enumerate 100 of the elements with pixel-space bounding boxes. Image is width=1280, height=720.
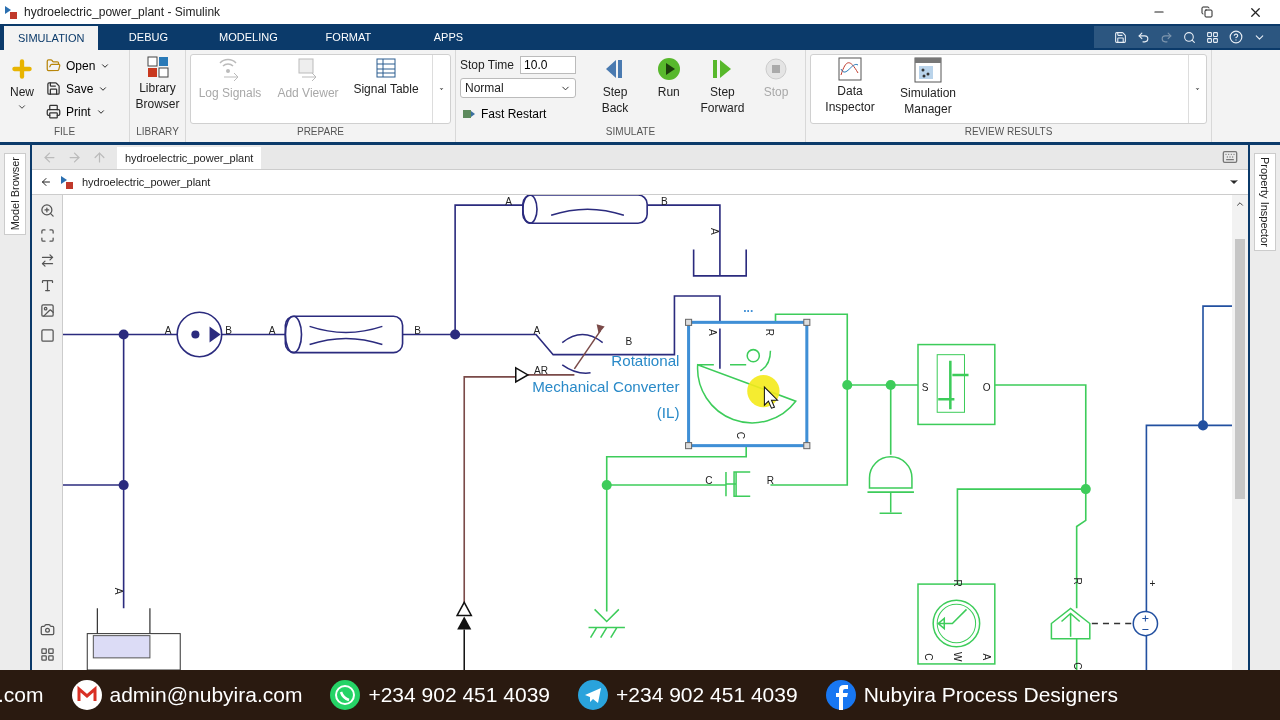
field-label: Stop Time bbox=[460, 58, 515, 72]
junction-dot bbox=[885, 379, 896, 391]
camera-icon[interactable] bbox=[39, 622, 55, 637]
file-menu-button[interactable]: Save bbox=[44, 77, 113, 100]
junction-dot bbox=[842, 379, 853, 391]
junction-dot bbox=[601, 480, 612, 491]
input-port-icon bbox=[515, 366, 530, 384]
new-button[interactable]: New bbox=[4, 54, 40, 126]
help-icon[interactable] bbox=[1229, 30, 1243, 44]
image-icon[interactable] bbox=[39, 303, 55, 318]
banner-text: +234 902 451 4039 bbox=[368, 683, 551, 707]
restore-icon bbox=[1201, 6, 1213, 18]
shortcut-icon[interactable] bbox=[1206, 30, 1219, 44]
side-tab[interactable]: Model Browser bbox=[4, 153, 26, 235]
port-label: R bbox=[766, 474, 775, 486]
stop-time-field[interactable]: 10.0 bbox=[520, 56, 577, 74]
banner-text: admin@nubyira.com bbox=[109, 683, 303, 707]
port-label: W bbox=[951, 652, 963, 662]
breadcrumb: hydroelectric_power_plant bbox=[82, 176, 212, 188]
manager-icon bbox=[914, 57, 942, 83]
scroll-up-icon bbox=[1235, 199, 1245, 209]
port-label: R bbox=[1072, 577, 1083, 585]
ribbon-button[interactable]: Signal Table bbox=[347, 55, 425, 123]
fit-icon[interactable] bbox=[39, 228, 55, 243]
port-label: S bbox=[921, 381, 929, 393]
connection-line bbox=[527, 374, 576, 376]
group-label: LIBRARY bbox=[135, 126, 180, 139]
port-label: R bbox=[951, 579, 963, 587]
port-label: B bbox=[225, 325, 233, 337]
ribbon-button[interactable]: Run bbox=[643, 54, 694, 126]
fast-restart-icon bbox=[462, 107, 476, 120]
port-label: + bbox=[1149, 577, 1156, 589]
mode-dropdown[interactable]: Normal bbox=[460, 78, 576, 98]
app-icon bbox=[4, 5, 18, 19]
side-tab[interactable]: Property Inspector bbox=[1254, 153, 1276, 251]
ribbon-tab[interactable]: DEBUG bbox=[98, 24, 199, 50]
file-menu-button[interactable]: Open bbox=[44, 54, 113, 77]
keyboard-icon[interactable] bbox=[1222, 149, 1238, 165]
dropdown-value: Normal bbox=[465, 81, 504, 95]
save-icon bbox=[46, 81, 61, 96]
signal-line bbox=[1091, 622, 1133, 625]
port-label: O bbox=[982, 381, 991, 393]
hide-icon[interactable] bbox=[40, 176, 52, 188]
phone-icon bbox=[330, 680, 361, 710]
damper-drawing bbox=[725, 471, 751, 497]
port-label: C bbox=[735, 431, 747, 440]
model-icon bbox=[60, 175, 74, 189]
mail-icon bbox=[71, 680, 102, 710]
printer-icon bbox=[46, 104, 61, 119]
port-label: A bbox=[707, 329, 719, 336]
port-label: R bbox=[763, 328, 775, 337]
arrows-icon[interactable] bbox=[39, 253, 55, 268]
banner-text: .com bbox=[0, 683, 44, 707]
area-icon[interactable] bbox=[39, 328, 55, 343]
banner-text: +234 902 451 4039 bbox=[616, 683, 798, 707]
port-label: B bbox=[625, 336, 633, 348]
source-drawing bbox=[1050, 607, 1091, 640]
layout-icon[interactable] bbox=[39, 647, 55, 662]
social-icon bbox=[825, 680, 856, 710]
port-label: C bbox=[1072, 662, 1083, 670]
library-browser-button[interactable]: Library Browser bbox=[134, 54, 181, 126]
ground-drawing bbox=[587, 608, 626, 639]
pump-drawing bbox=[176, 311, 223, 358]
ribbon-button[interactable]: Step Back bbox=[590, 54, 640, 126]
group-label: PREPARE bbox=[295, 126, 346, 139]
junction-dot bbox=[118, 329, 129, 340]
ribbon-tab[interactable]: MODELING bbox=[198, 24, 299, 50]
port-label: B bbox=[414, 325, 422, 337]
undo-icon[interactable] bbox=[1137, 30, 1150, 44]
port-label: C bbox=[923, 653, 935, 661]
port-label: A bbox=[164, 325, 172, 337]
inertia-drawing bbox=[866, 456, 915, 515]
voltage-source-drawing bbox=[1132, 610, 1159, 637]
search-icon[interactable] bbox=[1183, 30, 1196, 44]
save-icon[interactable] bbox=[1114, 30, 1127, 44]
block-menu: ... bbox=[743, 301, 754, 316]
text-icon[interactable] bbox=[39, 278, 55, 293]
junction-dot bbox=[1080, 484, 1091, 495]
port-label: A bbox=[709, 228, 721, 235]
ribbon-tab[interactable]: FORMAT bbox=[298, 24, 399, 50]
tank-drawing bbox=[692, 248, 747, 277]
block-label-line: (IL) bbox=[656, 404, 680, 422]
banner-text: Nubyira Process Designers bbox=[863, 683, 1119, 707]
ribbon-button[interactable]: Data Inspector bbox=[811, 55, 889, 123]
window-title: hydroelectric_power_plant - Simulink bbox=[24, 5, 222, 19]
fast-restart-button[interactable]: Fast Restart bbox=[460, 102, 587, 125]
block-label-line: Mechanical Converter bbox=[532, 378, 680, 396]
model-tab[interactable]: hydroelectric_power_plant bbox=[117, 147, 262, 169]
table-icon bbox=[375, 57, 397, 79]
ribbon-button[interactable]: Step Forward bbox=[697, 54, 748, 126]
port-label: AR bbox=[534, 364, 549, 376]
zoom-icon[interactable] bbox=[39, 203, 55, 218]
port-label: A bbox=[505, 195, 513, 207]
junction-dot bbox=[450, 329, 461, 340]
ribbon-tab[interactable]: SIMULATION bbox=[4, 26, 99, 50]
file-menu-button[interactable]: Print bbox=[44, 100, 113, 123]
run-icon bbox=[655, 56, 682, 82]
ribbon-button[interactable]: Simulation Manager bbox=[889, 55, 967, 123]
ribbon-tab[interactable]: APPS bbox=[398, 24, 499, 50]
group-label: REVIEW RESULTS bbox=[963, 126, 1054, 139]
